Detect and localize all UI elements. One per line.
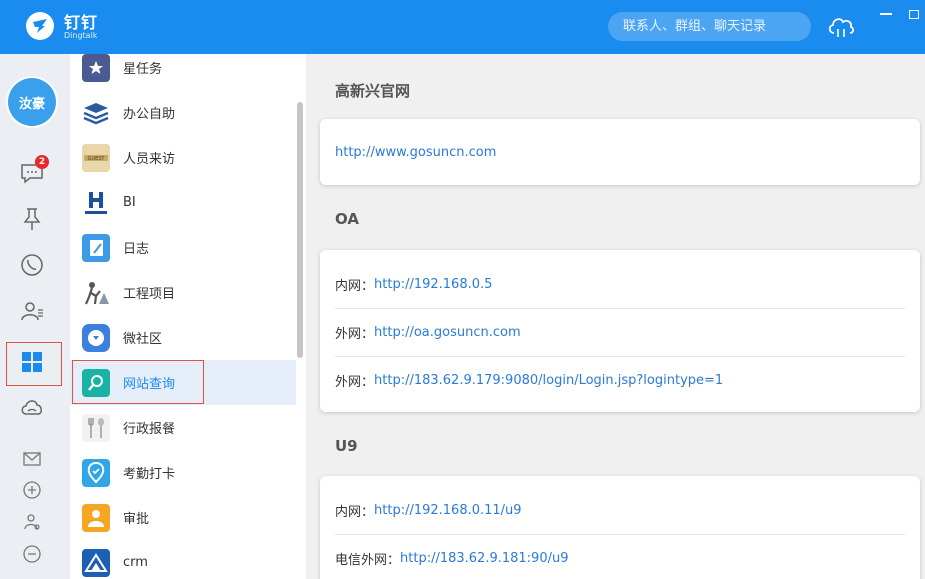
app-item-office-self-service[interactable]: 办公自助 (70, 90, 296, 135)
log-icon (82, 233, 110, 262)
network-label: 外网： (335, 327, 375, 342)
app-item-meal[interactable]: 行政报餐 (70, 405, 296, 450)
maximize-button[interactable] (909, 10, 919, 19)
network-label: 外网： (335, 375, 375, 390)
app-item-star-task[interactable]: 星任务 (70, 54, 296, 90)
website-content: 高新兴官网 http://www.gosuncn.com OA 内网： http… (306, 54, 925, 579)
app-label: crm (123, 555, 148, 570)
svg-text:GUEST: GUEST (88, 156, 106, 162)
section-card: 内网： http://192.168.0.5 外网： http://oa.gos… (320, 250, 920, 412)
app-list-scrollbar[interactable] (297, 102, 303, 358)
app-label: 工程项目 (123, 287, 176, 302)
link-row: http://www.gosuncn.com (335, 128, 905, 176)
unread-badge: 2 (35, 155, 49, 169)
network-label: 内网： (335, 504, 375, 520)
search-input[interactable]: 联系人、群组、聊天记录 (608, 12, 811, 41)
app-label: 考勤打卡 (123, 467, 176, 482)
app-label: 人员来访 (123, 152, 176, 167)
dingtalk-logo-icon (26, 12, 54, 40)
title-bar: 钉钉 Dingtalk 联系人、群组、聊天记录 (0, 0, 925, 54)
app-label: 审批 (123, 512, 150, 527)
app-item-approval[interactable]: 审批 (70, 495, 296, 540)
network-label: 电信外网： (335, 553, 401, 568)
minimize-button[interactable] (880, 13, 892, 15)
section-title: OA (335, 210, 359, 228)
add-icon[interactable] (22, 480, 42, 500)
bi-icon (82, 188, 110, 217)
link-row: 外网： http://oa.gosuncn.com (335, 308, 905, 356)
link-row: 电信外网： http://183.62.9.181:90/u9 (335, 534, 905, 579)
section-title: U9 (335, 437, 358, 455)
section-card: http://www.gosuncn.com (320, 119, 920, 185)
link-row: 内网： http://192.168.0.5 (335, 260, 905, 308)
brand-subtitle: Dingtalk (64, 31, 98, 40)
cloud-disk-icon[interactable] (17, 392, 47, 422)
brand-name: 钉钉 (64, 13, 99, 32)
star-task-icon (82, 54, 110, 82)
website-link[interactable]: http://www.gosuncn.com (335, 145, 496, 160)
app-item-community[interactable]: 微社区 (70, 315, 296, 360)
website-link[interactable]: http://183.62.9.181:90/u9 (400, 551, 568, 566)
app-label: 星任务 (123, 62, 163, 77)
app-label: 办公自助 (123, 107, 176, 122)
more-icon[interactable] (22, 544, 42, 564)
crm-icon (82, 548, 110, 577)
section-title: 高新兴官网 (335, 82, 411, 100)
checkin-icon (82, 458, 110, 487)
network-label: 内网： (335, 278, 375, 294)
workbench-icon[interactable] (17, 347, 47, 377)
app-label: 微社区 (123, 332, 163, 347)
approval-icon (82, 503, 110, 532)
app-item-log[interactable]: 日志 (70, 225, 296, 270)
app-list: 星任务 办公自助 GUEST 人员来访 BI 日志 工程项目 微社区 网站查询 … (70, 54, 306, 579)
contacts-icon[interactable] (17, 296, 47, 326)
phone-icon[interactable] (17, 250, 47, 280)
pin-icon[interactable] (17, 204, 47, 234)
app-item-crm[interactable]: crm (70, 540, 296, 579)
app-label: 日志 (123, 242, 150, 257)
app-item-visitor[interactable]: GUEST 人员来访 (70, 135, 296, 180)
construction-icon (82, 278, 110, 307)
link-row: 外网： http://183.62.9.179:9080/login/Login… (335, 356, 905, 404)
app-item-checkin[interactable]: 考勤打卡 (70, 450, 296, 495)
link-row: 内网： http://192.168.0.11/u9 (335, 486, 905, 534)
meal-icon (82, 413, 110, 442)
community-icon (82, 323, 110, 352)
website-link[interactable]: http://183.62.9.179:9080/login/Login.jsp… (374, 373, 723, 388)
app-label: 行政报餐 (123, 422, 176, 437)
app-selection-highlight (72, 360, 204, 404)
app-item-project[interactable]: 工程项目 (70, 270, 296, 315)
mail-icon[interactable] (22, 449, 42, 469)
office-stack-icon (82, 98, 110, 127)
guest-icon: GUEST (82, 143, 110, 172)
website-link[interactable]: http://192.168.0.5 (374, 277, 492, 292)
section-card: 内网： http://192.168.0.11/u9 电信外网： http://… (320, 476, 920, 579)
avatar[interactable]: 汝豪 (8, 78, 56, 126)
cloud-sync-icon[interactable] (826, 13, 856, 39)
website-link[interactable]: http://oa.gosuncn.com (374, 325, 521, 340)
left-nav: 汝豪 2 (0, 54, 70, 579)
website-link[interactable]: http://192.168.0.11/u9 (374, 503, 522, 518)
app-item-bi[interactable]: BI (70, 180, 296, 225)
user-settings-icon[interactable] (22, 512, 42, 532)
app-label: BI (123, 195, 136, 210)
